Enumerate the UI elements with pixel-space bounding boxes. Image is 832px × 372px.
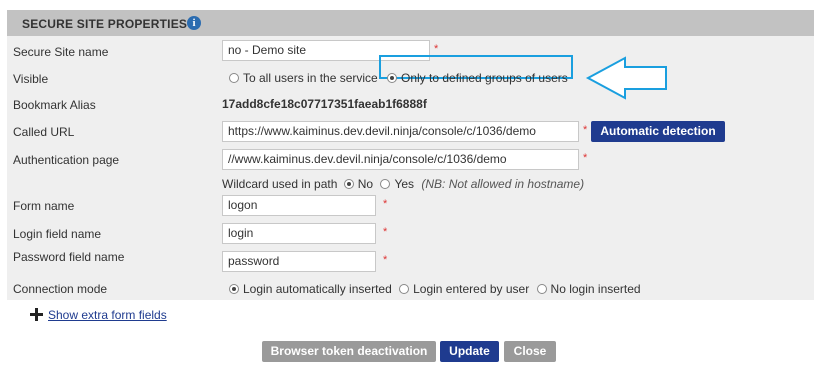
radio-connection-none[interactable] [536,284,547,294]
info-icon[interactable]: i [187,16,201,30]
required-marker: * [383,254,388,266]
visible-option-defined-groups-label: Only to defined groups of users [401,71,568,85]
update-button[interactable]: Update [440,341,499,362]
bookmark-alias-label: Bookmark Alias [13,98,96,112]
required-marker: * [583,124,588,136]
arrow-left-icon [585,56,667,100]
secure-site-name-label: Secure Site name [13,45,109,59]
automatic-detection-button[interactable]: Automatic detection [591,121,725,142]
radio-connection-user[interactable] [399,284,410,294]
required-marker: * [383,226,388,238]
password-field-name-label: Password field name [13,250,125,264]
authentication-page-input[interactable]: //www.kaiminus.dev.devil.ninja/console/c… [222,149,579,170]
wildcard-row: Wildcard used in path No Yes (NB: Not al… [222,177,584,191]
wildcard-option-no[interactable]: No [343,177,374,191]
called-url-label: Called URL [13,125,75,139]
close-button[interactable]: Close [504,341,556,362]
radio-wildcard-no[interactable] [343,179,354,189]
wildcard-note: (NB: Not allowed in hostname) [421,177,585,191]
radio-connection-auto[interactable] [229,284,239,294]
connection-option-auto-label: Login automatically inserted [243,282,392,296]
form-name-label: Form name [13,199,75,213]
connection-mode-label: Connection mode [13,282,108,296]
password-field-name-input[interactable]: password [222,251,376,272]
required-marker: * [434,43,439,55]
browser-token-deactivation-button[interactable]: Browser token deactivation [262,341,436,362]
wildcard-option-no-label: No [357,177,374,191]
radio-defined-groups[interactable] [387,73,397,83]
show-extra-form-fields-link[interactable]: Show extra form fields [48,308,167,322]
login-field-name-input[interactable]: login [222,223,376,244]
connection-mode-options: Login automatically inserted Login enter… [229,282,641,296]
authentication-page-label: Authentication page [13,153,120,167]
login-field-name-label: Login field name [13,227,102,241]
panel-header: SECURE SITE PROPERTIES i [7,10,814,36]
required-marker: * [583,152,588,164]
visible-option-all-users[interactable]: To all users in the service [229,71,378,85]
visible-label: Visible [13,72,49,86]
required-marker: * [383,198,388,210]
connection-option-none-label: No login inserted [550,282,641,296]
connection-option-user[interactable]: Login entered by user [399,282,529,296]
bookmark-alias-value: 17add8cfe18c07717351faeab1f6888f [222,97,427,111]
connection-option-auto[interactable]: Login automatically inserted [229,282,392,296]
radio-all-users[interactable] [229,73,239,83]
wildcard-option-yes[interactable]: Yes [380,177,414,191]
form-name-input[interactable]: logon [222,195,376,216]
plus-icon[interactable] [30,308,43,321]
connection-option-none[interactable]: No login inserted [536,282,641,296]
visible-option-all-users-label: To all users in the service [243,71,378,85]
wildcard-option-yes-label: Yes [394,177,415,191]
wildcard-label: Wildcard used in path [222,177,338,191]
visible-option-defined-groups[interactable]: Only to defined groups of users [387,71,568,85]
called-url-input[interactable]: https://www.kaiminus.dev.devil.ninja/con… [222,121,579,142]
radio-wildcard-yes[interactable] [380,179,391,189]
connection-option-user-label: Login entered by user [413,282,530,296]
panel-title: SECURE SITE PROPERTIES [22,17,188,31]
